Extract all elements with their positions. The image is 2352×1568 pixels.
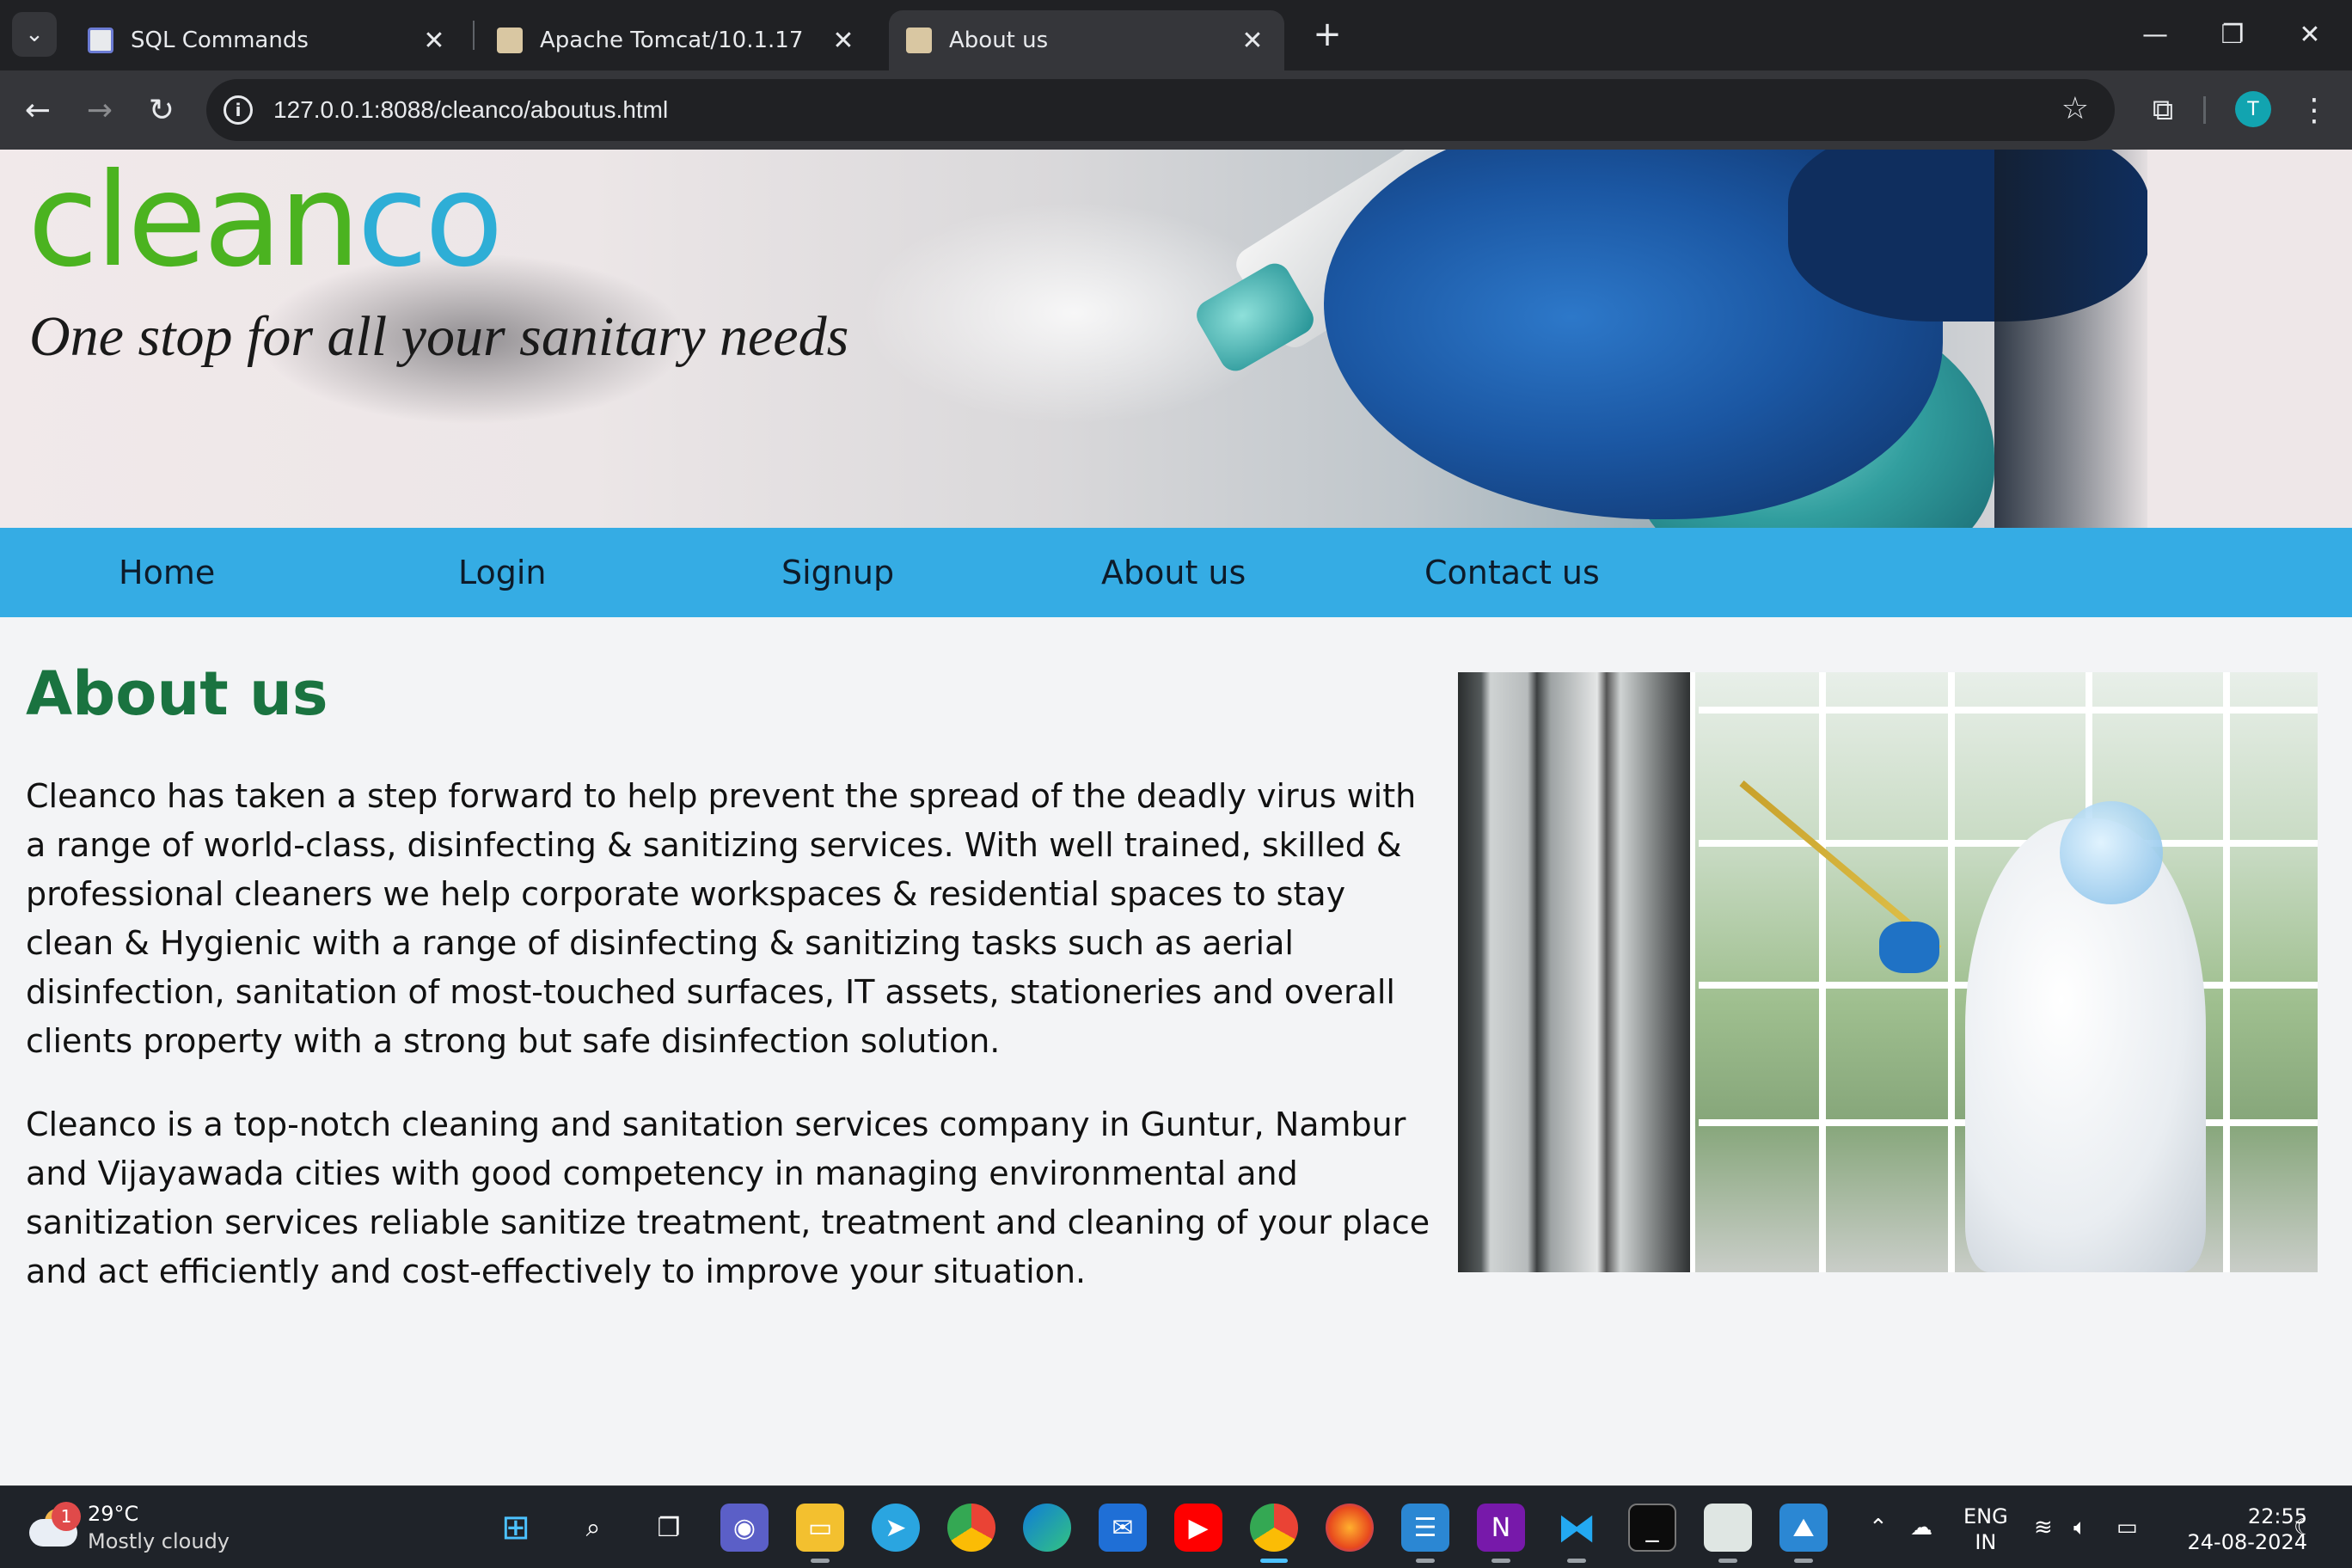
tab-divider (473, 21, 475, 50)
tomcat-icon (906, 28, 932, 53)
notepad-icon[interactable]: ☰ (1401, 1504, 1449, 1552)
forward-arrow-icon[interactable]: → (76, 86, 124, 134)
battery-icon[interactable]: ▭ (2116, 1486, 2138, 1568)
logo-part-clean: clean (28, 150, 360, 296)
close-window-icon[interactable]: ✕ (2280, 9, 2340, 60)
reload-icon[interactable]: ↻ (138, 86, 186, 134)
volume-icon[interactable]: 🔈︎ (2073, 1486, 2087, 1568)
url-text[interactable]: 127.0.0.1:8088/cleanco/aboutus.html (273, 96, 668, 124)
kebab-menu-icon[interactable]: ⋮ (2297, 86, 2331, 134)
nav-signup[interactable]: Signup (781, 528, 894, 617)
file-explorer-icon[interactable]: ▭ (796, 1504, 844, 1552)
telegram-icon[interactable]: ➤ (872, 1504, 920, 1552)
clock-time: 22:55 (2247, 1504, 2307, 1528)
vscode-icon[interactable]: ⧓ (1553, 1504, 1601, 1552)
teams-icon[interactable]: ◉ (720, 1504, 769, 1552)
tab-apache-tomcat[interactable]: Apache Tomcat/10.1.17 ✕ (480, 10, 875, 70)
weather-icon[interactable]: 1 (29, 1502, 81, 1548)
avatar[interactable]: T (2235, 91, 2271, 127)
star-icon[interactable]: ☆ (2061, 91, 2089, 126)
firefox-icon[interactable] (1326, 1504, 1374, 1552)
photos-icon[interactable]: ⛰ (1779, 1504, 1828, 1552)
logo-part-co: co (357, 150, 503, 296)
minimize-icon[interactable]: — (2125, 9, 2185, 60)
notification-badge: 1 (52, 1502, 81, 1531)
site-tagline: One stop for all your sanitary needs (29, 305, 849, 368)
terminal-icon[interactable]: _ (1628, 1504, 1676, 1552)
nav-about-us[interactable]: About us (1101, 528, 1246, 617)
chevron-down-icon[interactable]: ⌄ (12, 12, 57, 57)
tab-sql-commands[interactable]: SQL Commands ✕ (70, 10, 466, 70)
restore-icon[interactable]: ❐ (2202, 9, 2263, 60)
hero-banner: cleanco One stop for all your sanitary n… (0, 150, 2352, 528)
language-code: ENG (1963, 1504, 2008, 1528)
nav-contact-us[interactable]: Contact us (1424, 528, 1600, 617)
page-title: About us (26, 658, 328, 729)
about-paragraph-2: Cleanco is a top-notch cleaning and sani… (26, 1106, 1430, 1290)
wifi-icon[interactable]: ≋ (2034, 1486, 2053, 1568)
toolbar-divider (2203, 96, 2206, 124)
tab-title: Apache Tomcat/10.1.17 (540, 28, 804, 53)
plus-icon[interactable]: + (1305, 12, 1350, 57)
os-taskbar: 1 29°C Mostly cloudy ⊞ ⌕ ❐ ◉ ▭ ➤ ✉ ▶ ☰ N… (0, 1485, 2352, 1568)
moon-icon[interactable]: ☾ (2294, 1486, 2313, 1568)
tab-title: About us (949, 28, 1049, 53)
tab-title: SQL Commands (131, 28, 309, 53)
browser-toolbar: ← → ↻ i 127.0.0.1:8088/cleanco/aboutus.h… (0, 70, 2352, 150)
system-clock[interactable]: 22:55 24-08-2024 (2170, 1504, 2307, 1555)
info-icon[interactable]: i (224, 95, 253, 125)
youtube-icon[interactable]: ▶ (1174, 1504, 1222, 1552)
close-icon[interactable]: ✕ (829, 26, 858, 56)
region-code: IN (1975, 1530, 1997, 1554)
site-logo: cleanco (28, 156, 504, 285)
chevron-up-icon[interactable]: ⌃ (1869, 1486, 1888, 1568)
search-icon[interactable]: ⌕ (569, 1504, 617, 1552)
tomcat-icon (497, 28, 523, 53)
close-icon[interactable]: ✕ (420, 26, 449, 56)
nav-login[interactable]: Login (458, 528, 547, 617)
edge-icon[interactable] (1023, 1504, 1071, 1552)
mail-icon[interactable]: ✉ (1099, 1504, 1147, 1552)
language-indicator[interactable]: ENG IN (1963, 1504, 2008, 1555)
tab-about-us[interactable]: About us ✕ (889, 10, 1284, 70)
browser-tab-strip: ⌄ SQL Commands ✕ Apache Tomcat/10.1.17 ✕… (0, 0, 2352, 70)
sanitizing-worker-photo (1458, 672, 2318, 1272)
about-paragraph-1: Cleanco has taken a step forward to help… (26, 777, 1417, 1060)
weather-condition[interactable]: Mostly cloudy (88, 1529, 230, 1553)
onedrive-icon[interactable]: ☁ (1910, 1486, 1932, 1568)
page-icon (88, 28, 113, 53)
task-view-icon[interactable]: ❐ (645, 1504, 693, 1552)
nav-home[interactable]: Home (119, 528, 215, 617)
site-navbar: Home Login Signup About us Contact us (0, 528, 2352, 617)
windows-start-icon[interactable]: ⊞ (492, 1504, 540, 1552)
chrome-profile-icon[interactable] (947, 1504, 995, 1552)
close-icon[interactable]: ✕ (1238, 26, 1267, 56)
weather-temp[interactable]: 29°C (88, 1502, 138, 1526)
clock-date: 24-08-2024 (2187, 1530, 2307, 1554)
puzzle-icon[interactable]: ⧉ (2139, 86, 2187, 134)
back-arrow-icon[interactable]: ← (14, 86, 62, 134)
app-window-icon[interactable] (1704, 1504, 1752, 1552)
chrome-icon[interactable] (1250, 1504, 1298, 1552)
onenote-icon[interactable]: N (1477, 1504, 1525, 1552)
address-bar[interactable]: i 127.0.0.1:8088/cleanco/aboutus.html ☆ (206, 79, 2115, 141)
